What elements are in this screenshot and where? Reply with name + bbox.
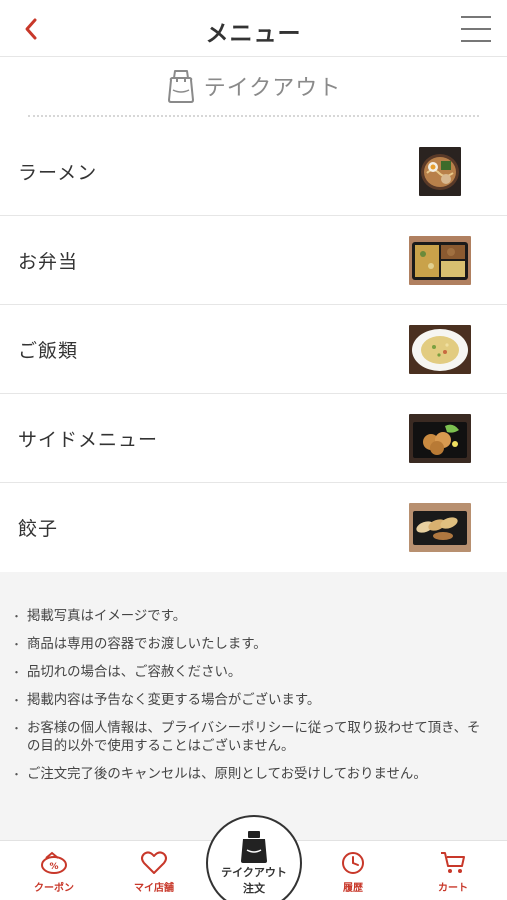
heart-icon bbox=[141, 851, 167, 874]
category-item-bento[interactable]: お弁当 bbox=[0, 216, 507, 305]
note-item: 品切れの場合は、ご容赦ください。 bbox=[11, 664, 491, 682]
nav-label: クーポン bbox=[34, 883, 74, 894]
ramen-thumbnail bbox=[419, 147, 461, 196]
nav-coupon[interactable]: % クーポン bbox=[4, 841, 104, 900]
side-menu-thumbnail bbox=[409, 414, 471, 463]
category-list: ラーメン お弁当 ご飯類 サイドメニュー 餃子 bbox=[0, 127, 507, 572]
coupon-icon: % bbox=[41, 851, 67, 874]
hamburger-line bbox=[461, 28, 491, 30]
takeout-bag-icon bbox=[167, 70, 194, 103]
nav-label: 履歴 bbox=[343, 883, 363, 894]
note-item: 商品は専用の容器でお渡しいたします。 bbox=[11, 636, 491, 654]
category-item-gyoza[interactable]: 餃子 bbox=[0, 483, 507, 572]
nav-my-store[interactable]: マイ店舗 bbox=[104, 841, 204, 900]
category-label: お弁当 bbox=[18, 250, 79, 273]
fried-rice-thumbnail bbox=[409, 325, 471, 374]
category-item-rice[interactable]: ご飯類 bbox=[0, 305, 507, 394]
gyoza-thumbnail bbox=[409, 503, 471, 552]
category-item-ramen[interactable]: ラーメン bbox=[0, 127, 507, 216]
nav-label: カート bbox=[438, 883, 468, 894]
category-label: サイドメニュー bbox=[18, 428, 159, 451]
note-item: 掲載内容は予告なく変更する場合がございます。 bbox=[11, 692, 491, 710]
note-item: ご注文完了後のキャンセルは、原則としてお受けしておりません。 bbox=[11, 766, 491, 784]
notes-panel: 掲載写真はイメージです。 商品は専用の容器でお渡しいたします。 品切れの場合は、… bbox=[0, 572, 507, 840]
clock-icon bbox=[342, 852, 364, 874]
category-label: ご飯類 bbox=[18, 339, 79, 362]
category-label: ラーメン bbox=[18, 161, 98, 184]
svg-text:%: % bbox=[49, 862, 58, 872]
nav-cart[interactable]: カート bbox=[403, 841, 503, 900]
takeout-order-button[interactable]: テイクアウト 注文 bbox=[206, 815, 302, 900]
section-divider bbox=[28, 115, 479, 117]
hamburger-menu-button[interactable] bbox=[461, 16, 491, 42]
takeout-order-label-line1: テイクアウト bbox=[221, 866, 287, 879]
cart-icon bbox=[441, 852, 465, 873]
category-label: 餃子 bbox=[18, 518, 59, 540]
category-item-side-menu[interactable]: サイドメニュー bbox=[0, 394, 507, 483]
takeout-bag-icon bbox=[241, 831, 267, 863]
bento-thumbnail bbox=[409, 236, 471, 285]
hamburger-line bbox=[461, 40, 491, 42]
nav-history[interactable]: 履歴 bbox=[303, 841, 403, 900]
hamburger-line bbox=[461, 16, 491, 18]
note-item: お客様の個人情報は、プライバシーポリシーに従って取り扱わせて頂き、その目的以外で… bbox=[11, 720, 491, 756]
app-header: メニュー bbox=[0, 0, 507, 57]
section-label: テイクアウト bbox=[203, 76, 342, 101]
takeout-order-label-line2: 注文 bbox=[243, 882, 265, 895]
nav-label: マイ店舗 bbox=[134, 883, 174, 894]
note-item: 掲載写真はイメージです。 bbox=[11, 608, 491, 626]
page-title: メニュー bbox=[205, 21, 302, 47]
section-heading: テイクアウト bbox=[0, 66, 507, 106]
